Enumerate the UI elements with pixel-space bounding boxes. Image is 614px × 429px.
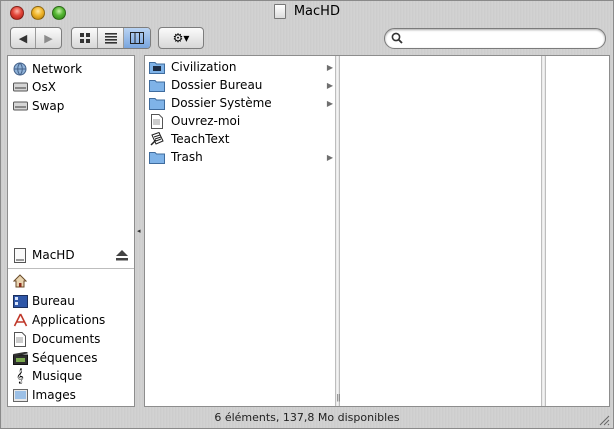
sidebar-item-network[interactable]: Network bbox=[12, 60, 130, 78]
splitter-handle-icon[interactable]: ◂ bbox=[137, 227, 143, 235]
list-view-icon bbox=[104, 33, 117, 44]
search-input[interactable] bbox=[407, 30, 597, 47]
browser-column-2 bbox=[341, 56, 541, 406]
action-menu-cell: ⚙▾ bbox=[159, 28, 203, 48]
list-item-label: Civilization bbox=[171, 60, 237, 74]
disclosure-arrow-icon: ▶ bbox=[326, 152, 333, 162]
column-view-button[interactable] bbox=[124, 28, 150, 48]
window-title-text: MacHD bbox=[293, 4, 340, 19]
finder-window: MacHD ◀ ▶ ⚙▾ Network OsX Swap MacHD Bure… bbox=[0, 0, 614, 429]
sidebar-item-label: Documents bbox=[32, 332, 101, 346]
view-mode-control bbox=[71, 27, 151, 49]
gear-icon: ⚙▾ bbox=[172, 31, 190, 45]
status-bar: 6 éléments, 137,8 Mo disponibles bbox=[1, 409, 613, 427]
folder-icon bbox=[149, 77, 165, 93]
disk-icon bbox=[12, 247, 28, 263]
column-view-icon bbox=[130, 32, 145, 44]
list-item-label: Dossier Bureau bbox=[171, 78, 263, 92]
folder-icon bbox=[149, 149, 165, 165]
list-item-label: Ouvrez-moi bbox=[171, 114, 241, 128]
folder-icon bbox=[149, 95, 165, 111]
folder-icon bbox=[149, 59, 165, 75]
disclosure-arrow-icon: ▶ bbox=[326, 98, 333, 108]
sidebar-item-label: Séquences bbox=[32, 351, 98, 365]
documents-icon bbox=[12, 331, 28, 347]
forward-button[interactable]: ▶ bbox=[36, 28, 61, 48]
music-icon: 𝄞 bbox=[16, 368, 24, 384]
sidebar-item-label: Images bbox=[32, 388, 76, 402]
column-resize-handle[interactable] bbox=[541, 56, 546, 406]
resize-grip-icon[interactable] bbox=[599, 415, 610, 426]
sidebar-item-sequences[interactable]: Séquences bbox=[12, 349, 130, 367]
list-item[interactable]: Civilization ▶ bbox=[149, 58, 333, 76]
browser-column-3 bbox=[547, 56, 609, 406]
sidebar-divider bbox=[8, 268, 134, 269]
hard-disk-icon bbox=[12, 79, 28, 95]
list-item[interactable]: TeachText bbox=[149, 130, 333, 148]
sidebar-item-label: MacHD bbox=[32, 248, 75, 262]
sidebar-item-label: Bureau bbox=[32, 294, 75, 308]
desktop-icon bbox=[12, 293, 28, 309]
column-browser: Civilization ▶ Dossier Bureau ▶ Dossier … bbox=[144, 55, 610, 407]
sidebar-splitter[interactable]: ◂ bbox=[136, 55, 144, 407]
action-menu-button[interactable]: ⚙▾ bbox=[158, 27, 204, 49]
back-button[interactable]: ◀ bbox=[11, 28, 37, 48]
list-item-label: Trash bbox=[171, 150, 203, 164]
search-field[interactable] bbox=[384, 28, 606, 49]
sidebar-item-bureau[interactable]: Bureau bbox=[12, 292, 130, 310]
title-bar[interactable]: MacHD bbox=[1, 1, 613, 25]
teachtext-app-icon bbox=[149, 131, 165, 147]
status-text: 6 éléments, 137,8 Mo disponibles bbox=[214, 411, 400, 424]
sidebar-item-images[interactable]: Images bbox=[12, 386, 130, 404]
disclosure-arrow-icon: ▶ bbox=[326, 62, 333, 72]
forward-arrow-icon: ▶ bbox=[44, 31, 53, 45]
sidebar-item-label: Applications bbox=[32, 313, 106, 327]
column-resize-handle[interactable]: ǁ bbox=[335, 56, 340, 406]
document-icon bbox=[149, 113, 165, 129]
icon-view-icon bbox=[79, 33, 90, 43]
sidebar-item-machd[interactable]: MacHD bbox=[12, 246, 130, 264]
applications-icon bbox=[12, 312, 28, 328]
movies-icon bbox=[12, 350, 28, 366]
sidebar-item-label: Network bbox=[32, 62, 83, 76]
pictures-icon bbox=[12, 387, 28, 403]
sidebar-item-label: Swap bbox=[32, 99, 65, 113]
sidebar-item-osx[interactable]: OsX bbox=[12, 78, 130, 96]
disclosure-arrow-icon: ▶ bbox=[326, 80, 333, 90]
eject-icon[interactable] bbox=[116, 250, 128, 261]
list-item-label: Dossier Système bbox=[171, 96, 272, 110]
sidebar-item-applications[interactable]: Applications bbox=[12, 311, 130, 329]
network-globe-icon bbox=[12, 61, 28, 77]
home-icon bbox=[12, 273, 28, 289]
list-item[interactable]: Dossier Bureau ▶ bbox=[149, 76, 333, 94]
browser-column-1: Civilization ▶ Dossier Bureau ▶ Dossier … bbox=[145, 56, 335, 406]
list-view-button[interactable] bbox=[98, 28, 125, 48]
list-item[interactable]: Ouvrez-moi bbox=[149, 112, 333, 130]
hard-disk-icon bbox=[12, 98, 28, 114]
sidebar-item-label: Musique bbox=[32, 369, 83, 383]
search-icon bbox=[391, 32, 403, 44]
window-title: MacHD bbox=[1, 4, 613, 22]
back-arrow-icon: ◀ bbox=[18, 31, 28, 45]
icon-view-button[interactable] bbox=[72, 28, 99, 48]
sidebar: Network OsX Swap MacHD Bureau Applicatio… bbox=[7, 55, 135, 407]
sidebar-item-swap[interactable]: Swap bbox=[12, 97, 130, 115]
sidebar-item-musique[interactable]: 𝄞 Musique bbox=[12, 367, 130, 385]
sidebar-item-documents[interactable]: Documents bbox=[12, 330, 130, 348]
list-item[interactable]: Dossier Système ▶ bbox=[149, 94, 333, 112]
sidebar-item-label: OsX bbox=[32, 80, 56, 94]
list-item-label: TeachText bbox=[171, 132, 230, 146]
list-item[interactable]: Trash ▶ bbox=[149, 148, 333, 166]
back-forward-control: ◀ ▶ bbox=[10, 27, 62, 49]
toolbar: ◀ ▶ ⚙▾ bbox=[1, 25, 613, 53]
disk-icon bbox=[274, 4, 287, 19]
sidebar-item-home[interactable] bbox=[12, 272, 130, 290]
